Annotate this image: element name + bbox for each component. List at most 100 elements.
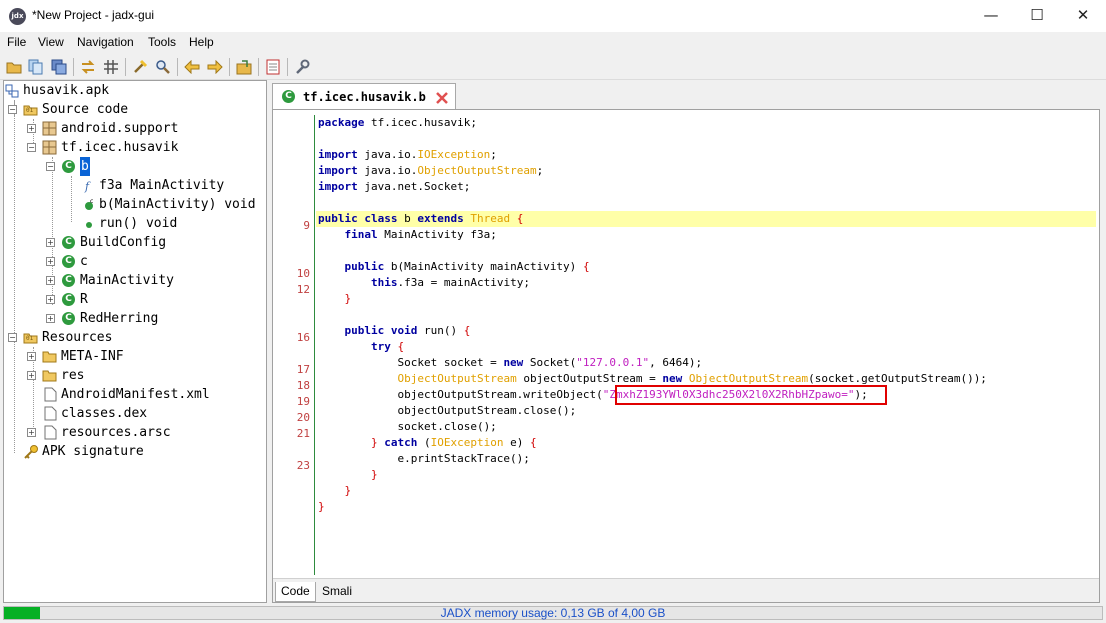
export-icon[interactable] [235, 58, 253, 76]
tree-connector [14, 100, 15, 453]
class-icon: C [62, 255, 75, 268]
code-line: Socket socket = new Socket("127.0.0.1", … [318, 356, 703, 369]
decompile-all-icon[interactable] [131, 58, 149, 76]
toolbar-separator [258, 58, 259, 76]
tree-item-label: RedHerring [80, 311, 159, 326]
tree-item-label: APK signature [42, 444, 144, 459]
menu-bar: File View Navigation Tools Help [0, 32, 1106, 54]
collapse-toggle[interactable]: − [8, 333, 17, 342]
code-line: } [344, 484, 352, 497]
package-icon [42, 140, 57, 155]
tab-smali[interactable]: Smali [317, 582, 357, 602]
sync-with-editor-icon[interactable] [79, 58, 97, 76]
collapse-toggle[interactable]: − [8, 105, 17, 114]
gutter-divider [314, 115, 315, 575]
svg-text:c: c [90, 198, 93, 205]
method-icon [86, 222, 92, 228]
project-tree[interactable]: husavik.apk − 01 Source code + android.s… [3, 80, 267, 603]
line-number: 23 [296, 459, 310, 472]
code-text[interactable]: package tf.icec.husavik; import java.io.… [316, 115, 1096, 575]
tab-label: tf.icec.husavik.b [303, 90, 426, 104]
code-line: try { [370, 340, 405, 353]
menu-tools[interactable]: Tools [148, 35, 176, 49]
tree-item-label: Source code [42, 102, 129, 117]
open-file-icon[interactable] [5, 58, 23, 76]
expand-toggle[interactable]: + [46, 257, 55, 266]
tab-code[interactable]: Code [275, 582, 316, 602]
code-editor[interactable]: 9 10 12 16 17 18 19 20 21 23 package tf.… [272, 109, 1100, 603]
toolbar-separator [287, 58, 288, 76]
code-line: this.f3a = mainActivity; [370, 276, 530, 289]
forward-icon[interactable] [206, 58, 224, 76]
open-folder-icon: 01 [23, 333, 38, 344]
svg-text:01: 01 [26, 107, 34, 114]
tree-item-label: resources.arsc [61, 425, 171, 440]
tree-item-label: classes.dex [61, 406, 148, 421]
back-icon[interactable] [183, 58, 201, 76]
class-icon: C [62, 293, 75, 306]
expand-toggle[interactable]: + [46, 238, 55, 247]
tree-item-label: META-INF [61, 349, 124, 364]
expand-toggle[interactable]: + [27, 124, 36, 133]
line-number-gutter: 9 10 12 16 17 18 19 20 21 23 [276, 115, 314, 575]
expand-toggle[interactable]: + [27, 428, 36, 437]
expand-toggle[interactable]: + [46, 314, 55, 323]
flatten-packages-icon[interactable] [102, 58, 120, 76]
code-line: public void run() { [344, 324, 471, 337]
maximize-button[interactable]: ☐ [1014, 0, 1060, 32]
file-icon [44, 406, 57, 421]
expand-toggle[interactable]: + [27, 352, 36, 361]
tree-item-label: c [80, 254, 88, 269]
expand-toggle[interactable]: + [46, 276, 55, 285]
line-number: 12 [296, 283, 310, 296]
expand-toggle[interactable]: + [46, 295, 55, 304]
code-line: package tf.icec.husavik; [318, 116, 477, 129]
jadx-app-icon: jdx [9, 8, 26, 25]
package-icon [42, 121, 57, 136]
svg-text:f: f [84, 180, 91, 193]
class-icon: C [62, 312, 75, 325]
collapse-toggle[interactable]: − [27, 143, 36, 152]
highlight-box [615, 385, 887, 405]
code-line: socket.close(); [318, 420, 497, 433]
menu-navigation[interactable]: Navigation [77, 35, 134, 49]
tree-item-label: b(MainActivity) void [99, 197, 256, 212]
folder-icon [42, 351, 57, 363]
code-line: objectOutputStream.close(); [318, 404, 577, 417]
tree-item-label: R [80, 292, 88, 307]
search-icon[interactable] [154, 58, 172, 76]
toolbar-separator [177, 58, 178, 76]
tree-item-label: Resources [42, 330, 113, 345]
code-line: e.printStackTrace(); [318, 452, 530, 465]
expand-toggle[interactable]: + [27, 371, 36, 380]
preferences-icon[interactable] [293, 58, 311, 76]
toolbar-separator [125, 58, 126, 76]
svg-text:01: 01 [26, 335, 34, 342]
log-viewer-icon[interactable] [264, 58, 282, 76]
line-number: 20 [296, 411, 310, 424]
menu-file[interactable]: File [7, 35, 26, 49]
title-bar: jdx *New Project - jadx-gui — ☐ ✕ [0, 0, 1106, 32]
folder-icon [42, 370, 57, 382]
window-title: *New Project - jadx-gui [32, 8, 155, 22]
code-line: } catch (IOException e) { [370, 436, 537, 449]
tree-item-label: husavik.apk [23, 83, 110, 98]
tree-item-label: b [80, 157, 90, 176]
status-bar: JADX memory usage: 0,13 GB of 4,00 GB [0, 604, 1106, 623]
collapse-toggle[interactable]: − [46, 162, 55, 171]
menu-view[interactable]: View [38, 35, 64, 49]
menu-help[interactable]: Help [189, 35, 214, 49]
add-files-icon[interactable] [27, 58, 45, 76]
tab-tf-icec-husavik-b[interactable]: C tf.icec.husavik.b [272, 83, 456, 110]
line-number: 19 [296, 395, 310, 408]
code-line: } [370, 468, 378, 481]
tree-item-label: tf.icec.husavik [61, 140, 179, 155]
close-tab-icon[interactable] [436, 92, 448, 104]
save-all-icon[interactable] [50, 58, 68, 76]
tree-item-label: MainActivity [80, 273, 174, 288]
tree-item-label: android.support [61, 121, 179, 136]
minimize-button[interactable]: — [968, 0, 1014, 32]
tree-item-label: f3a MainActivity [99, 178, 225, 193]
tree-item-label: res [61, 368, 85, 383]
close-window-button[interactable]: ✕ [1060, 0, 1106, 32]
